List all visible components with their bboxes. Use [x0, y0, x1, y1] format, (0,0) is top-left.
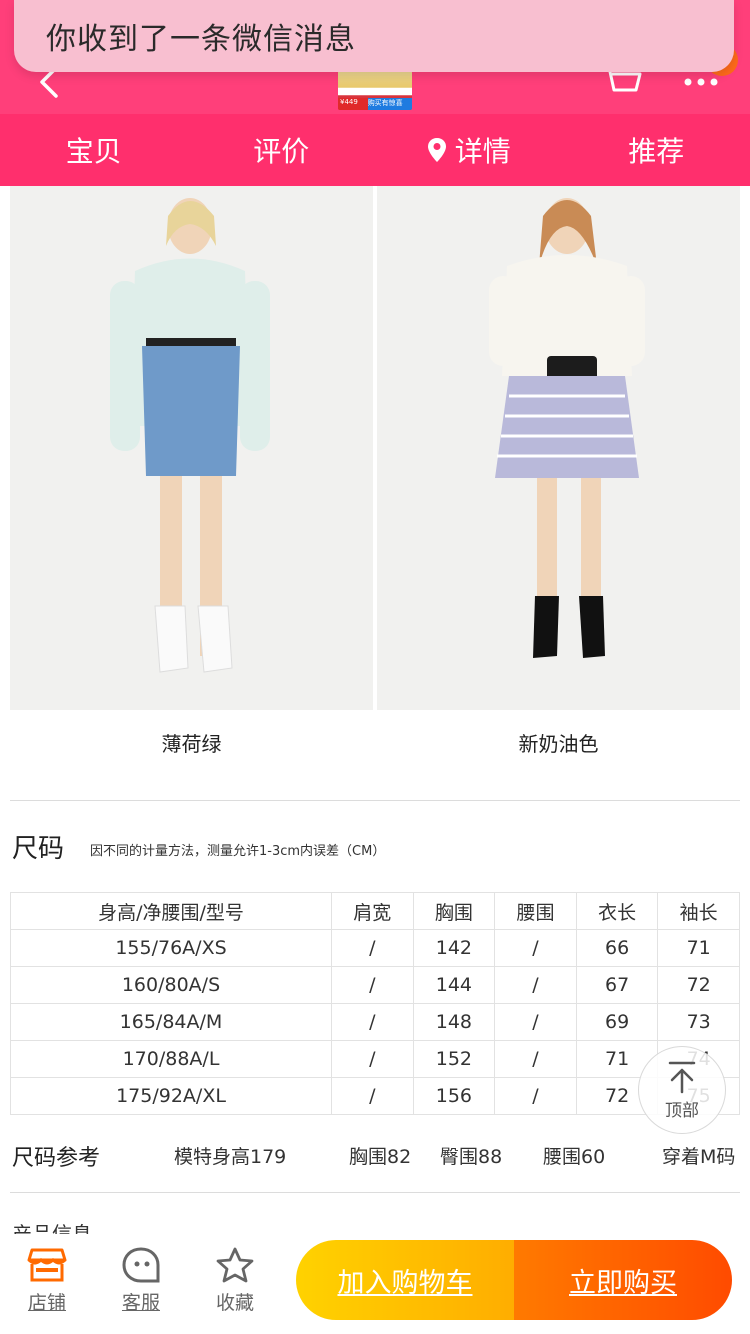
thumbnail-price: ¥449	[338, 98, 368, 110]
table-cell: 73	[657, 1003, 740, 1041]
table-cell: 155/76A/XS	[10, 929, 332, 967]
product-photos	[10, 186, 740, 710]
size-section-note: 因不同的计量方法，测量允许1-3cm内误差（CM）	[90, 844, 386, 859]
model-illustration	[489, 198, 645, 658]
notification-text: 你收到了一条微信消息	[46, 22, 356, 57]
table-cell: /	[331, 1040, 414, 1078]
wechat-notification-banner[interactable]: 你收到了一条微信消息	[14, 0, 734, 72]
size-reference-row: 尺码参考 模特身高179 胸围82 臀围88 腰围60 穿着M码	[12, 1140, 742, 1171]
star-icon	[216, 1247, 254, 1283]
store-icon	[27, 1248, 67, 1282]
favorite-button[interactable]: 收藏	[200, 1246, 270, 1322]
model-hip: 臀围88	[440, 1146, 503, 1168]
chat-face-icon	[122, 1247, 160, 1283]
size-chart-table: 身高/净腰围/型号 肩宽 胸围 腰围 衣长 袖长 155/76A/XS / 14…	[10, 892, 740, 1115]
thumbnail-tag: ¥449 购买有惊喜	[338, 98, 412, 110]
column-header: 胸围	[412, 892, 496, 930]
model-height: 模特身高179	[174, 1146, 287, 1168]
table-cell: /	[331, 929, 414, 967]
table-row: 175/92A/XL / 156 / 72 75	[10, 1077, 740, 1115]
table-cell: 71	[657, 929, 740, 967]
bottom-action-bar: 店铺 客服 收藏 加入购物车 立即购买	[0, 1234, 750, 1334]
column-header: 身高/净腰围/型号	[10, 892, 332, 930]
product-photo-cream[interactable]	[377, 186, 740, 710]
size-reference-title: 尺码参考	[12, 1146, 101, 1171]
table-header-row: 身高/净腰围/型号 肩宽 胸围 腰围 衣长 袖长	[10, 892, 740, 930]
table-row: 170/88A/L / 152 / 71 74	[10, 1040, 740, 1078]
table-row: 165/84A/M / 148 / 69 73	[10, 1003, 740, 1041]
model-bust: 胸围82	[349, 1146, 412, 1168]
table-cell: /	[494, 1003, 577, 1041]
favorite-label: 收藏	[215, 1292, 254, 1314]
add-to-cart-button[interactable]: 加入购物车	[296, 1240, 514, 1320]
thumbnail-promo: 购买有惊喜	[367, 98, 412, 110]
table-cell: /	[494, 1077, 577, 1115]
tab-reviews-label: 评价	[253, 135, 310, 168]
model-wearing-size: 穿着M码	[662, 1146, 736, 1168]
back-to-top-label: 顶部	[665, 1100, 699, 1121]
table-cell: 148	[412, 1003, 496, 1041]
section-tab-bar: 宝贝 评价 详情 推荐	[0, 114, 750, 186]
column-header: 腰围	[494, 892, 577, 930]
table-cell: 165/84A/M	[10, 1003, 332, 1041]
table-cell: /	[494, 966, 577, 1004]
divider	[10, 800, 740, 801]
column-header: 衣长	[575, 892, 659, 930]
table-cell: /	[494, 1040, 577, 1078]
store-label: 店铺	[27, 1292, 66, 1314]
arrow-up-icon	[668, 1061, 696, 1093]
tab-item[interactable]: 宝贝	[0, 114, 188, 186]
table-cell: 144	[412, 966, 496, 1004]
color-caption: 薄荷绿	[161, 732, 222, 756]
tab-details[interactable]: 详情	[375, 114, 563, 186]
back-to-top-button[interactable]: 顶部	[638, 1046, 726, 1134]
table-row: 155/76A/XS / 142 / 66 71	[10, 929, 740, 967]
table-cell: 156	[412, 1077, 496, 1115]
table-row: 160/80A/S / 144 / 67 72	[10, 966, 740, 1004]
table-cell: /	[331, 1003, 414, 1041]
table-cell: 66	[575, 929, 659, 967]
tab-item-label: 宝贝	[65, 135, 122, 168]
table-cell: /	[331, 966, 414, 1004]
size-section-title: 尺码	[12, 834, 65, 864]
table-cell: 160/80A/S	[10, 966, 332, 1004]
customer-service-button[interactable]: 客服	[106, 1246, 176, 1322]
table-cell: 152	[412, 1040, 496, 1078]
next-section-title: 产品信息	[12, 1222, 92, 1234]
table-cell: /	[494, 929, 577, 967]
store-button[interactable]: 店铺	[12, 1246, 82, 1322]
location-pin-icon	[427, 138, 446, 162]
tab-recommend-label: 推荐	[628, 135, 685, 168]
model-waist: 腰围60	[543, 1146, 606, 1168]
buy-now-button[interactable]: 立即购买	[514, 1240, 732, 1320]
table-cell: 69	[575, 1003, 659, 1041]
tab-details-label: 详情	[454, 135, 511, 168]
product-photo-mint-green[interactable]	[10, 186, 373, 710]
table-cell: 175/92A/XL	[10, 1077, 332, 1115]
table-cell: /	[331, 1077, 414, 1115]
service-label: 客服	[121, 1292, 160, 1314]
model-illustration	[110, 198, 270, 673]
color-caption: 新奶油色	[518, 732, 599, 756]
divider	[10, 1192, 740, 1193]
tab-reviews[interactable]: 评价	[188, 114, 376, 186]
table-cell: 72	[657, 966, 740, 1004]
column-header: 肩宽	[331, 892, 414, 930]
table-cell: 170/88A/L	[10, 1040, 332, 1078]
table-cell: 142	[412, 929, 496, 967]
table-cell: 67	[575, 966, 659, 1004]
column-header: 袖长	[657, 892, 740, 930]
tab-recommend[interactable]: 推荐	[563, 114, 750, 186]
